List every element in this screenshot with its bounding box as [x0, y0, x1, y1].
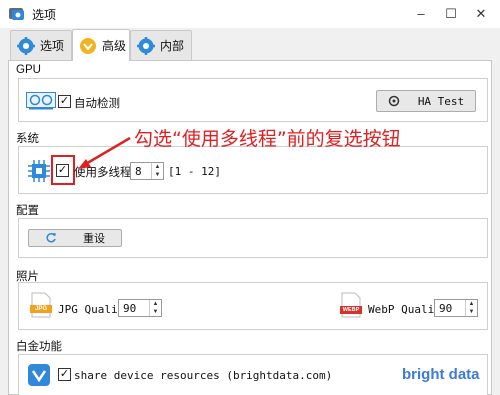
gear-icon — [137, 36, 155, 55]
webp-file-icon: WEBP — [340, 292, 362, 318]
share-resources-label: share device resources (brightdata.com) — [74, 369, 333, 382]
tab-internal[interactable]: 内部 — [130, 30, 192, 60]
section-platinum-label: 白金功能 — [16, 341, 62, 353]
refresh-icon — [46, 233, 56, 243]
minimize-button[interactable]: – — [410, 4, 432, 24]
section-system-label: 系统 — [16, 133, 39, 145]
thread-count-value: 8 — [135, 164, 142, 178]
auto-detect-checkbox[interactable]: ✓ — [58, 95, 71, 108]
maximize-button[interactable]: ☐ — [440, 4, 462, 24]
tab-internal-label: 内部 — [160, 39, 185, 53]
brightvpn-shield-icon — [28, 364, 50, 386]
webp-quality-value: 90 — [439, 301, 453, 315]
close-button[interactable]: ✕ — [470, 4, 492, 24]
section-gpu-label: GPU — [16, 64, 41, 76]
tab-options[interactable]: 选项 — [10, 30, 72, 60]
brightdata-logo: bright data — [402, 366, 480, 383]
stepper-arrows-icon[interactable]: ▲ ▼ — [465, 300, 477, 316]
title-bar: 选项 – ☐ ✕ — [0, 0, 500, 28]
jpg-quality-stepper[interactable]: 90 ▲ ▼ — [118, 299, 162, 317]
ha-test-label: HA Test — [417, 94, 465, 108]
shield-badge-icon — [80, 37, 96, 54]
thread-range-label: [1 - 12] — [168, 165, 221, 178]
jpg-quality-value: 90 — [123, 301, 137, 315]
annotation-arrow — [78, 136, 131, 169]
tab-advanced-label: 高级 — [102, 39, 127, 53]
gear-icon — [388, 95, 400, 107]
gpu-card-icon — [26, 92, 56, 110]
share-resources-checkbox[interactable]: ✓ — [58, 368, 71, 381]
webp-quality-stepper[interactable]: 90 ▲ ▼ — [434, 299, 478, 317]
annotation-text: 勾选“使用多线程”前的复选按钮 — [134, 128, 401, 150]
jpg-file-icon: JPG — [30, 292, 52, 318]
section-config-label: 配置 — [16, 205, 39, 217]
window-title: 选项 — [32, 8, 57, 22]
reset-label: 重设 — [83, 233, 105, 245]
app-icon — [9, 8, 24, 20]
stepper-arrows-icon[interactable]: ▲ ▼ — [151, 163, 163, 179]
auto-detect-label: 自动检测 — [74, 98, 120, 110]
tab-advanced[interactable]: 高级 — [72, 29, 130, 61]
webp-badge-text: WEBP — [342, 307, 360, 313]
ha-test-button[interactable]: HA Test — [376, 90, 476, 112]
gear-icon — [17, 36, 35, 55]
jpg-badge-text: JPG — [34, 306, 47, 312]
stepper-arrows-icon[interactable]: ▲ ▼ — [149, 300, 161, 316]
cpu-chip-icon — [28, 160, 50, 182]
tab-options-label: 选项 — [40, 39, 65, 53]
reset-button[interactable]: 重设 — [28, 229, 122, 247]
multithread-checkbox[interactable]: ✓ — [56, 164, 69, 177]
thread-count-stepper[interactable]: 8 ▲ ▼ — [130, 162, 164, 180]
